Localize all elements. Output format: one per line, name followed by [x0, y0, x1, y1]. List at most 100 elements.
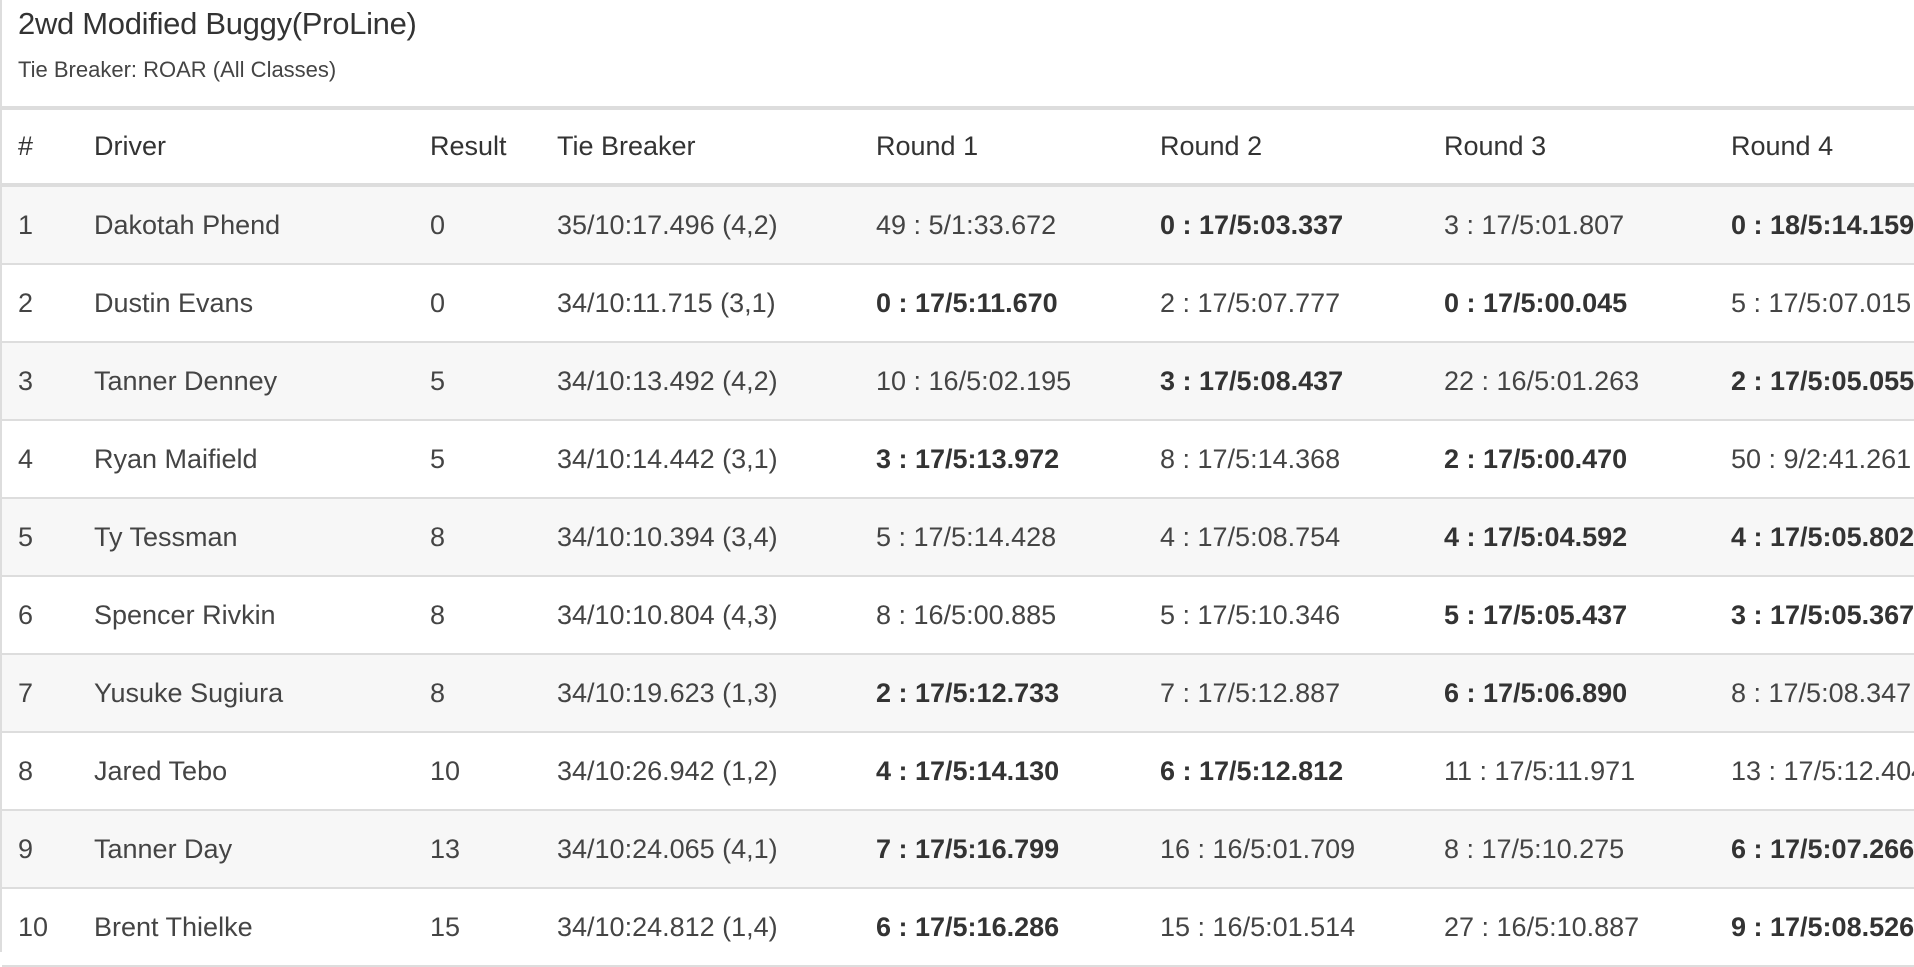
round-4-cell: 8 : 17/5:08.347	[1715, 654, 1914, 733]
round-4-cell: 9 : 17/5:08.526	[1715, 888, 1914, 967]
driver-cell: Spencer Rivkin	[78, 576, 414, 655]
position-cell: 5	[2, 498, 78, 577]
header-row: # Driver Result Tie Breaker Round 1 Roun…	[2, 108, 1914, 187]
tie-breaker-cell: 34/10:13.492 (4,2)	[541, 342, 860, 421]
table-row: 1 Dakotah Phend 0 35/10:17.496 (4,2) 49 : 5/…	[2, 185, 1914, 265]
column-header-round-1[interactable]: Round 1	[860, 108, 1144, 187]
result-cell: 5	[414, 420, 541, 499]
position-cell: 2	[2, 264, 78, 343]
round-2-cell: 5 : 17/5:10.346	[1144, 576, 1428, 655]
result-cell: 8	[414, 654, 541, 733]
position-cell: 9	[2, 810, 78, 889]
round-2-cell: 0 : 17/5:03.337	[1144, 185, 1428, 265]
position-cell: 10	[2, 888, 78, 967]
column-header-result[interactable]: Result	[414, 108, 541, 187]
tie-breaker-cell: 34/10:26.942 (1,2)	[541, 732, 860, 811]
column-header-round-4[interactable]: Round 4	[1715, 108, 1914, 187]
driver-cell: Jared Tebo	[78, 732, 414, 811]
table-row: 3 Tanner Denney 5 34/10:13.492 (4,2) 10 : 16…	[2, 342, 1914, 421]
tie-breaker-cell: 34/10:24.812 (1,4)	[541, 888, 860, 967]
position-cell: 1	[2, 185, 78, 265]
round-3-cell: 8 : 17/5:10.275	[1428, 810, 1715, 889]
column-header-round-2[interactable]: Round 2	[1144, 108, 1428, 187]
table-row: 4 Ryan Maifield 5 34/10:14.442 (3,1) 3 : 17/…	[2, 420, 1914, 499]
result-cell: 8	[414, 498, 541, 577]
round-3-cell: 2 : 17/5:00.470	[1428, 420, 1715, 499]
result-cell: 15	[414, 888, 541, 967]
driver-cell: Dustin Evans	[78, 264, 414, 343]
position-cell: 7	[2, 654, 78, 733]
round-4-cell: 13 : 17/5:12.404	[1715, 732, 1914, 811]
driver-cell: Ryan Maifield	[78, 420, 414, 499]
results-page: 2wd Modified Buggy(ProLine) Tie Breaker:…	[0, 0, 1914, 967]
table-row: 2 Dustin Evans 0 34/10:11.715 (3,1) 0 : 17/5…	[2, 264, 1914, 343]
round-3-cell: 27 : 16/5:10.887	[1428, 888, 1715, 967]
result-cell: 0	[414, 185, 541, 265]
tie-breaker-cell: 34/10:14.442 (3,1)	[541, 420, 860, 499]
round-4-cell: 0 : 18/5:14.159	[1715, 185, 1914, 265]
round-1-cell: 5 : 17/5:14.428	[860, 498, 1144, 577]
round-2-cell: 2 : 17/5:07.777	[1144, 264, 1428, 343]
class-title: 2wd Modified Buggy(ProLine)	[18, 6, 417, 41]
results-table: # Driver Result Tie Breaker Round 1 Roun…	[2, 106, 1914, 967]
driver-cell: Tanner Denney	[78, 342, 414, 421]
tie-breaker-subtitle: Tie Breaker: ROAR (All Classes)	[18, 57, 337, 82]
driver-cell: Dakotah Phend	[78, 185, 414, 265]
round-4-cell: 6 : 17/5:07.266	[1715, 810, 1914, 889]
position-cell: 3	[2, 342, 78, 421]
round-1-cell: 49 : 5/1:33.672	[860, 185, 1144, 265]
result-cell: 13	[414, 810, 541, 889]
results-body: 1 Dakotah Phend 0 35/10:17.496 (4,2) 49 : 5/…	[2, 185, 1914, 967]
round-3-cell: 3 : 17/5:01.807	[1428, 185, 1715, 265]
tie-breaker-cell: 34/10:19.623 (1,3)	[541, 654, 860, 733]
column-header-round-3[interactable]: Round 3	[1428, 108, 1715, 187]
round-2-cell: 3 : 17/5:08.437	[1144, 342, 1428, 421]
round-1-cell: 2 : 17/5:12.733	[860, 654, 1144, 733]
column-header-driver[interactable]: Driver	[78, 108, 414, 187]
round-1-cell: 3 : 17/5:13.972	[860, 420, 1144, 499]
round-1-cell: 0 : 17/5:11.670	[860, 264, 1144, 343]
position-cell: 8	[2, 732, 78, 811]
round-3-cell: 11 : 17/5:11.971	[1428, 732, 1715, 811]
round-1-cell: 4 : 17/5:14.130	[860, 732, 1144, 811]
result-cell: 0	[414, 264, 541, 343]
result-cell: 8	[414, 576, 541, 655]
round-1-cell: 10 : 16/5:02.195	[860, 342, 1144, 421]
round-3-cell: 5 : 17/5:05.437	[1428, 576, 1715, 655]
table-row: 5 Ty Tessman 8 34/10:10.394 (3,4) 5 : 17/5:1…	[2, 498, 1914, 577]
position-cell: 6	[2, 576, 78, 655]
tie-breaker-cell: 34/10:24.065 (4,1)	[541, 810, 860, 889]
tie-breaker-cell: 35/10:17.496 (4,2)	[541, 185, 860, 265]
driver-cell: Yusuke Sugiura	[78, 654, 414, 733]
round-2-cell: 8 : 17/5:14.368	[1144, 420, 1428, 499]
result-cell: 10	[414, 732, 541, 811]
driver-cell: Brent Thielke	[78, 888, 414, 967]
tie-breaker-cell: 34/10:10.804 (4,3)	[541, 576, 860, 655]
table-row: 10 Brent Thielke 15 34/10:24.812 (1,4) 6 : 1…	[2, 888, 1914, 967]
tie-breaker-cell: 34/10:10.394 (3,4)	[541, 498, 860, 577]
table-row: 6 Spencer Rivkin 8 34/10:10.804 (4,3) 8 : 16…	[2, 576, 1914, 655]
round-4-cell: 5 : 17/5:07.015	[1715, 264, 1914, 343]
table-row: 7 Yusuke Sugiura 8 34/10:19.623 (1,3) 2 : 17…	[2, 654, 1914, 733]
column-header-position[interactable]: #	[2, 108, 78, 187]
round-4-cell: 2 : 17/5:05.055	[1715, 342, 1914, 421]
round-2-cell: 4 : 17/5:08.754	[1144, 498, 1428, 577]
round-2-cell: 6 : 17/5:12.812	[1144, 732, 1428, 811]
column-header-tie-breaker[interactable]: Tie Breaker	[541, 108, 860, 187]
round-3-cell: 4 : 17/5:04.592	[1428, 498, 1715, 577]
round-2-cell: 15 : 16/5:01.514	[1144, 888, 1428, 967]
round-2-cell: 16 : 16/5:01.709	[1144, 810, 1428, 889]
table-row: 9 Tanner Day 13 34/10:24.065 (4,1) 7 : 17/5:…	[2, 810, 1914, 889]
round-4-cell: 50 : 9/2:41.261	[1715, 420, 1914, 499]
round-3-cell: 0 : 17/5:00.045	[1428, 264, 1715, 343]
driver-cell: Ty Tessman	[78, 498, 414, 577]
round-3-cell: 22 : 16/5:01.263	[1428, 342, 1715, 421]
round-3-cell: 6 : 17/5:06.890	[1428, 654, 1715, 733]
class-header: 2wd Modified Buggy(ProLine) Tie Breaker:…	[2, 0, 1914, 106]
tie-breaker-cell: 34/10:11.715 (3,1)	[541, 264, 860, 343]
round-2-cell: 7 : 17/5:12.887	[1144, 654, 1428, 733]
round-1-cell: 7 : 17/5:16.799	[860, 810, 1144, 889]
result-cell: 5	[414, 342, 541, 421]
table-row: 8 Jared Tebo 10 34/10:26.942 (1,2) 4 : 17/5:…	[2, 732, 1914, 811]
round-4-cell: 4 : 17/5:05.802	[1715, 498, 1914, 577]
